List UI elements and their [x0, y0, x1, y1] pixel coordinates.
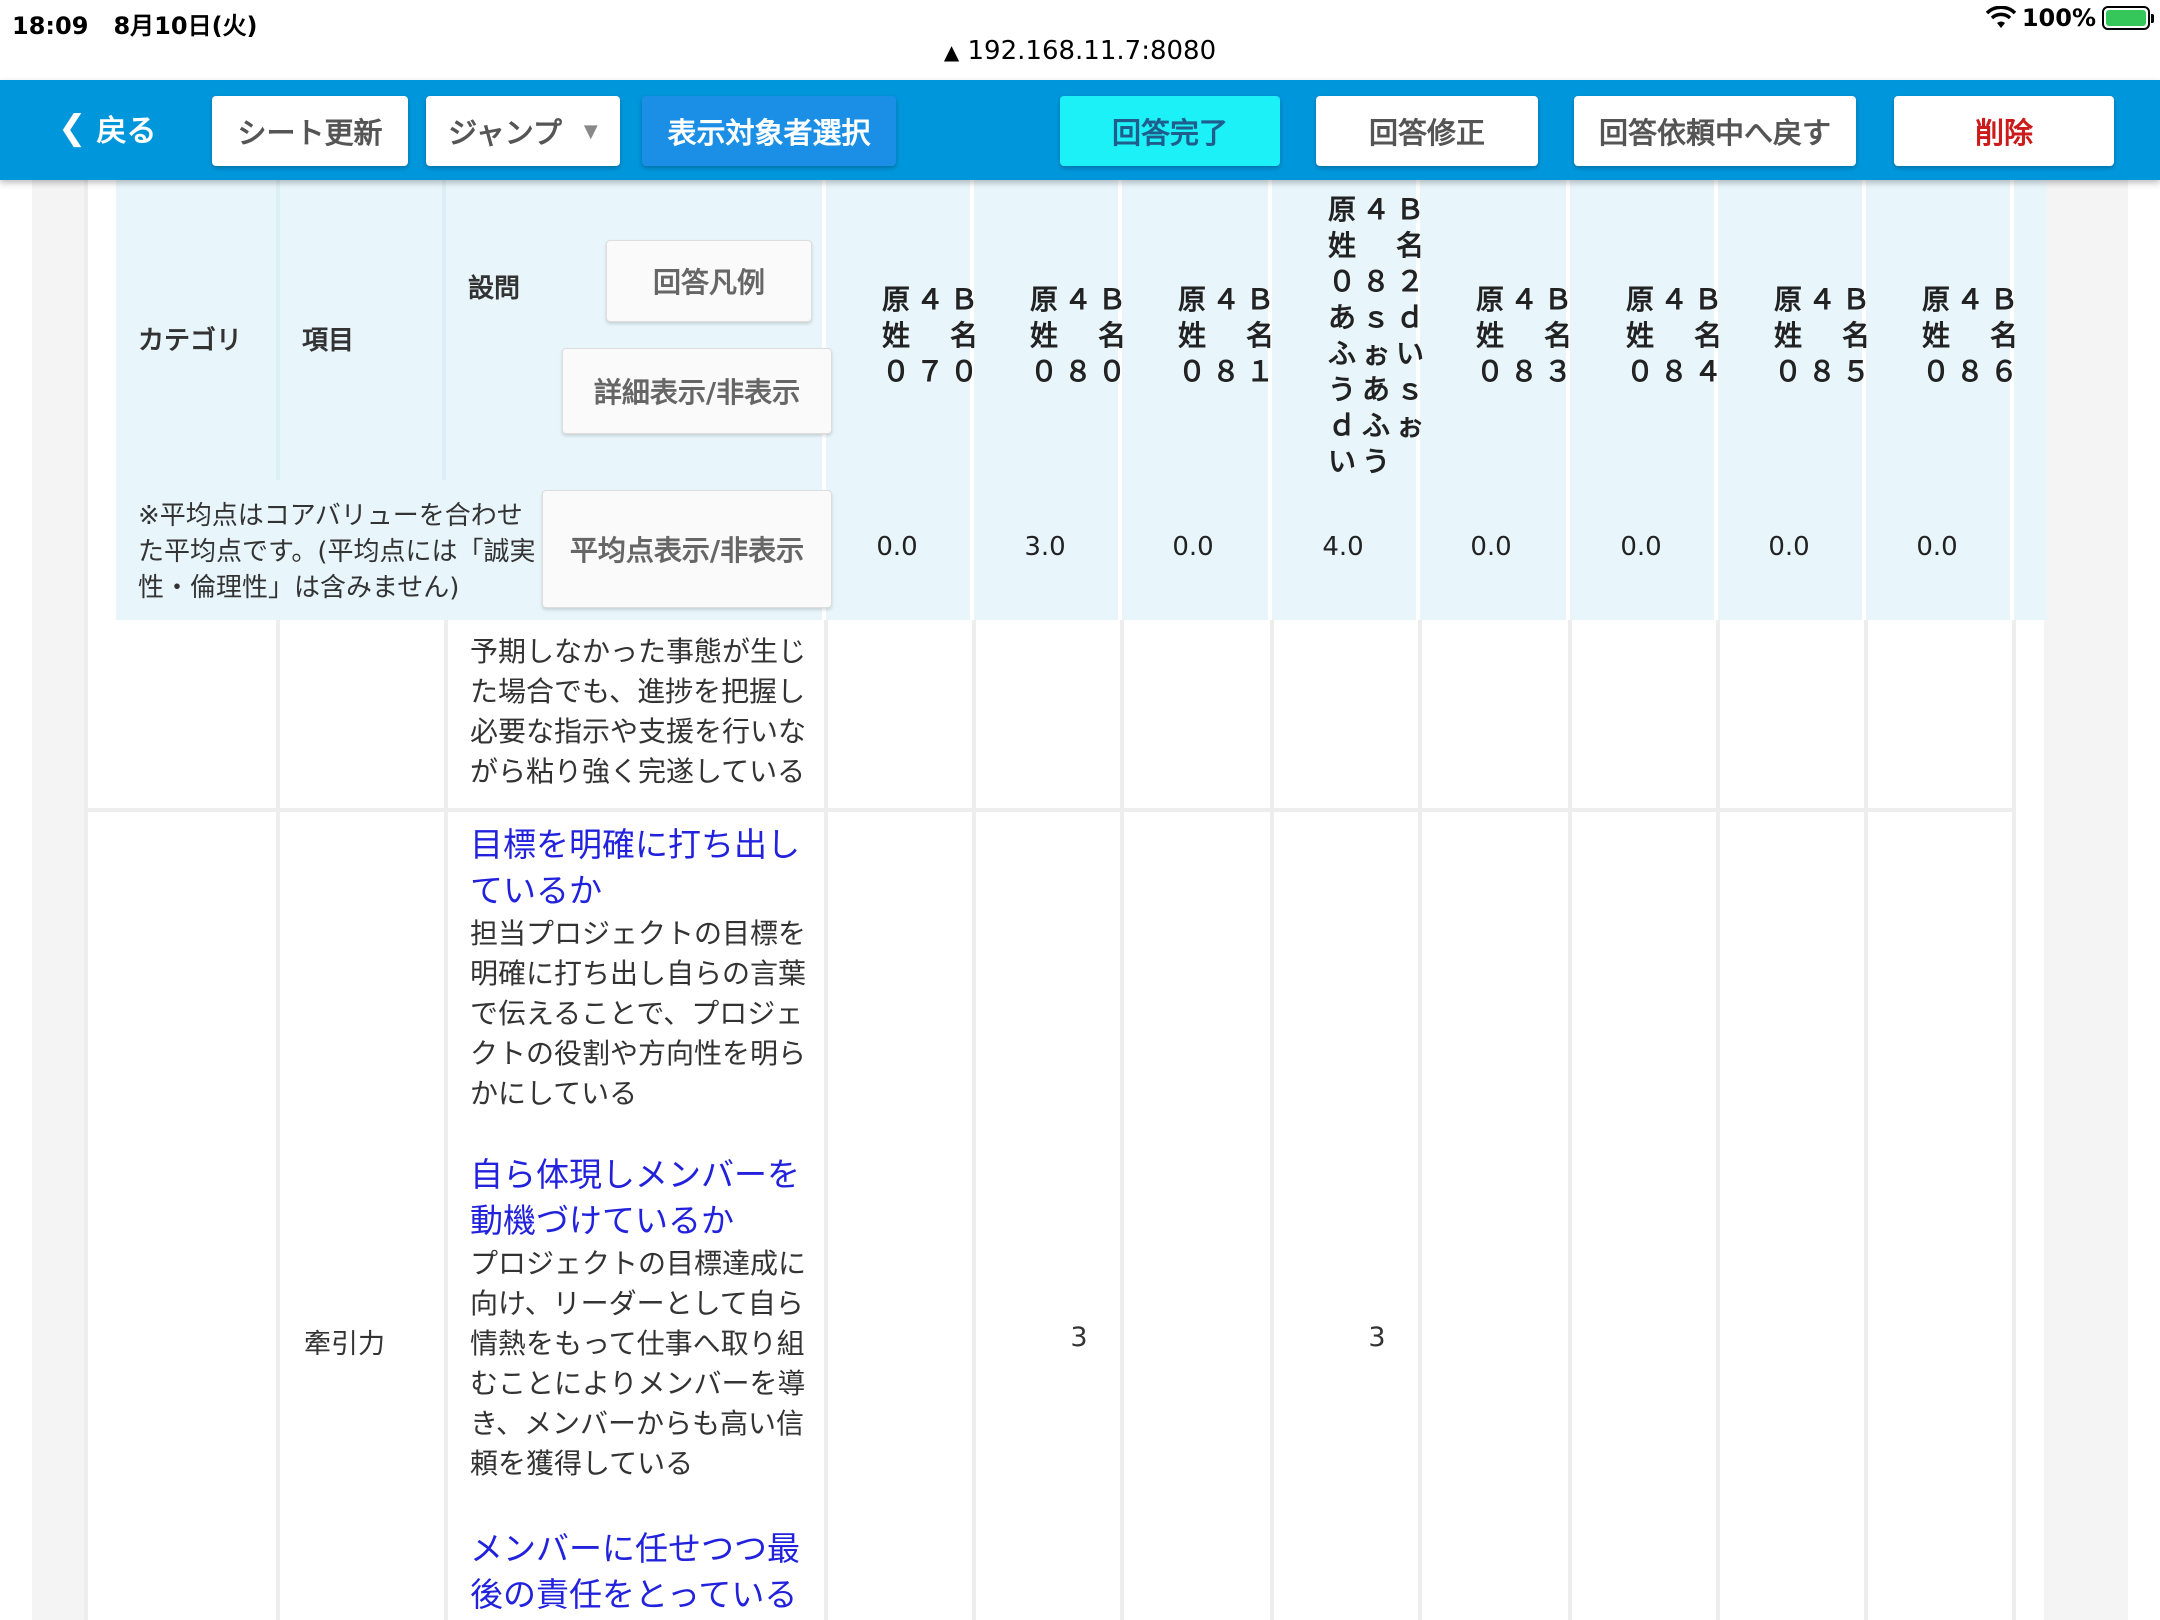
chevron-left-icon: ❮ — [58, 108, 87, 148]
app-toolbar: ❮ 戻る シート更新 ジャンプ ▼ 表示対象者選択 回答完了 回答修正 回答依頼… — [0, 80, 2160, 180]
average-value: 0.0 — [1470, 532, 1512, 562]
answer-legend-button[interactable]: 回答凡例 — [606, 240, 812, 322]
battery-percent: 100% — [2021, 4, 2096, 32]
person-header: 原４Ｂ 姓 名 ０８４ — [1626, 282, 1772, 390]
jump-dropdown[interactable]: ジャンプ ▼ — [426, 96, 620, 166]
column-header-question: 設問 — [468, 274, 521, 304]
person-line: ０８１ — [1178, 355, 1281, 388]
select-targets-button[interactable]: 表示対象者選択 — [642, 96, 896, 166]
grid-line — [276, 180, 280, 480]
average-note: ※平均点はコアバリューを合わせた平均点です。(平均点には「誠実性・倫理性」は含み… — [138, 501, 536, 603]
wifi-icon — [1985, 6, 2016, 28]
person-line: 原４Ｂ — [1030, 283, 1133, 316]
status-bar: 18:09 8月10日(火) ▲ 192.168.11.7:8080 100% — [0, 0, 2160, 80]
person-line: 原４Ｂ — [1626, 283, 1729, 316]
person-line: 姓 名 — [1922, 319, 2025, 352]
person-line: 姓 名 — [1774, 319, 1877, 352]
average-value: 3.0 — [1024, 532, 1066, 562]
sheet-update-button[interactable]: シート更新 — [212, 96, 408, 166]
caret-down-icon: ▼ — [583, 120, 598, 142]
score-cell[interactable]: 3 — [1304, 1322, 1450, 1353]
person-line: ０７０ — [882, 355, 985, 388]
person-line: 原４Ｂ — [1178, 283, 1281, 316]
person-line: ０８４ — [1626, 355, 1729, 388]
status-indicators: 100% — [1985, 4, 2154, 32]
question-text-prev: 予期しなかった事態が生じた場合でも、進捗を把握し必要な指示や支援を行いながら粘り… — [470, 635, 807, 788]
address-bar[interactable]: ▲ 192.168.11.7:8080 — [0, 36, 2160, 66]
average-value: 0.0 — [1768, 532, 1810, 562]
warning-icon: ▲ — [943, 40, 960, 64]
row-divider — [84, 808, 2016, 812]
person-header: 原４Ｂ 姓 名 ０８３ — [1476, 282, 1622, 390]
person-line: 原４Ｂ — [1922, 283, 2025, 316]
grid-line — [84, 180, 88, 1620]
question-title[interactable]: 自ら体現しメンバーを動機づけているか — [470, 1152, 810, 1244]
average-value: 0.0 — [1620, 532, 1662, 562]
column-header-category: カテゴリ — [138, 326, 243, 356]
average-value: 0.0 — [876, 532, 918, 562]
column-header-item: 項目 — [302, 326, 355, 356]
grid-line — [2010, 180, 2014, 620]
sheet-content[interactable]: 予期しなかった事態が生じた場合でも、進捗を把握し必要な指示や支援を行いながら粘り… — [0, 180, 2160, 1620]
address-url: 192.168.11.7:8080 — [967, 36, 1217, 66]
question-title[interactable]: メンバーに任せつつ最後の責任をとっている — [470, 1526, 810, 1618]
delete-button[interactable]: 削除 — [1894, 96, 2114, 166]
back-button[interactable]: ❮ 戻る — [58, 106, 157, 150]
person-line: ｄふぉ — [1328, 409, 1431, 442]
person-line: うあｓ — [1328, 373, 1431, 406]
person-line: いう — [1328, 445, 1397, 478]
battery-icon — [2102, 6, 2154, 30]
average-value: 0.0 — [1172, 532, 1214, 562]
person-line: 姓 名 — [1328, 229, 1431, 262]
person-header: 原４Ｂ 姓 名 ０８５ — [1774, 282, 1920, 390]
person-line: 姓 名 — [1030, 319, 1133, 352]
person-header: 原４Ｂ 姓 名 ０８６ — [1922, 282, 2068, 390]
person-line: ０８３ — [1476, 355, 1579, 388]
person-line: 姓 名 — [1476, 319, 1579, 352]
person-line: ０８６ — [1922, 355, 2025, 388]
back-label: 戻る — [96, 114, 157, 149]
person-line: 姓 名 — [882, 319, 985, 352]
answer-complete-button[interactable]: 回答完了 — [1060, 96, 1280, 166]
person-line: ０８０ — [1030, 355, 1133, 388]
person-line: 原４Ｂ — [1328, 193, 1431, 226]
question-text: プロジェクトの目標達成に向け、リーダーとして自ら情熱をもって仕事へ取り組むことに… — [470, 1247, 807, 1480]
person-header: 原４Ｂ 姓 名 ０８０ — [1030, 282, 1176, 390]
person-line: 原４Ｂ — [1476, 283, 1579, 316]
person-line: ふぉい — [1328, 337, 1431, 370]
question-text: 担当プロジェクトの目標を明確に打ち出し自らの言葉で伝えることで、プロジェクトの役… — [470, 917, 807, 1110]
person-line: 姓 名 — [1178, 319, 1281, 352]
person-line: 原４Ｂ — [1774, 283, 1877, 316]
person-line: あｓｄ — [1328, 301, 1431, 334]
average-value: 0.0 — [1916, 532, 1958, 562]
person-header: 原４Ｂ 姓 名 ０８２ あｓｄ ふぉい うあｓ ｄふぉ いう — [1328, 192, 1474, 480]
jump-label: ジャンプ — [448, 116, 562, 150]
detail-toggle-button[interactable]: 詳細表示/非表示 — [562, 348, 832, 434]
person-line: ０８２ — [1328, 265, 1431, 298]
person-line: 原４Ｂ — [882, 283, 985, 316]
person-line: ０８５ — [1774, 355, 1877, 388]
person-header: 原４Ｂ 姓 名 ０７０ — [882, 282, 1028, 390]
score-cell[interactable]: 3 — [1006, 1322, 1152, 1353]
average-toggle-button[interactable]: 平均点表示/非表示 — [542, 490, 832, 608]
person-line: 姓 名 — [1626, 319, 1729, 352]
grid-line — [442, 180, 446, 480]
table-header: カテゴリ 項目 設問 回答凡例 詳細表示/非表示 ※平均点はコアバリューを合わせ… — [116, 180, 2047, 620]
question-title[interactable]: 目標を明確に打ち出しているか — [470, 822, 810, 914]
item-label: 牽引力 — [304, 1329, 385, 1360]
return-to-request-button[interactable]: 回答依頼中へ戻す — [1574, 96, 1856, 166]
person-header: 原４Ｂ 姓 名 ０８１ — [1178, 282, 1324, 390]
average-value: 4.0 — [1322, 532, 1364, 562]
answer-modify-button[interactable]: 回答修正 — [1316, 96, 1538, 166]
